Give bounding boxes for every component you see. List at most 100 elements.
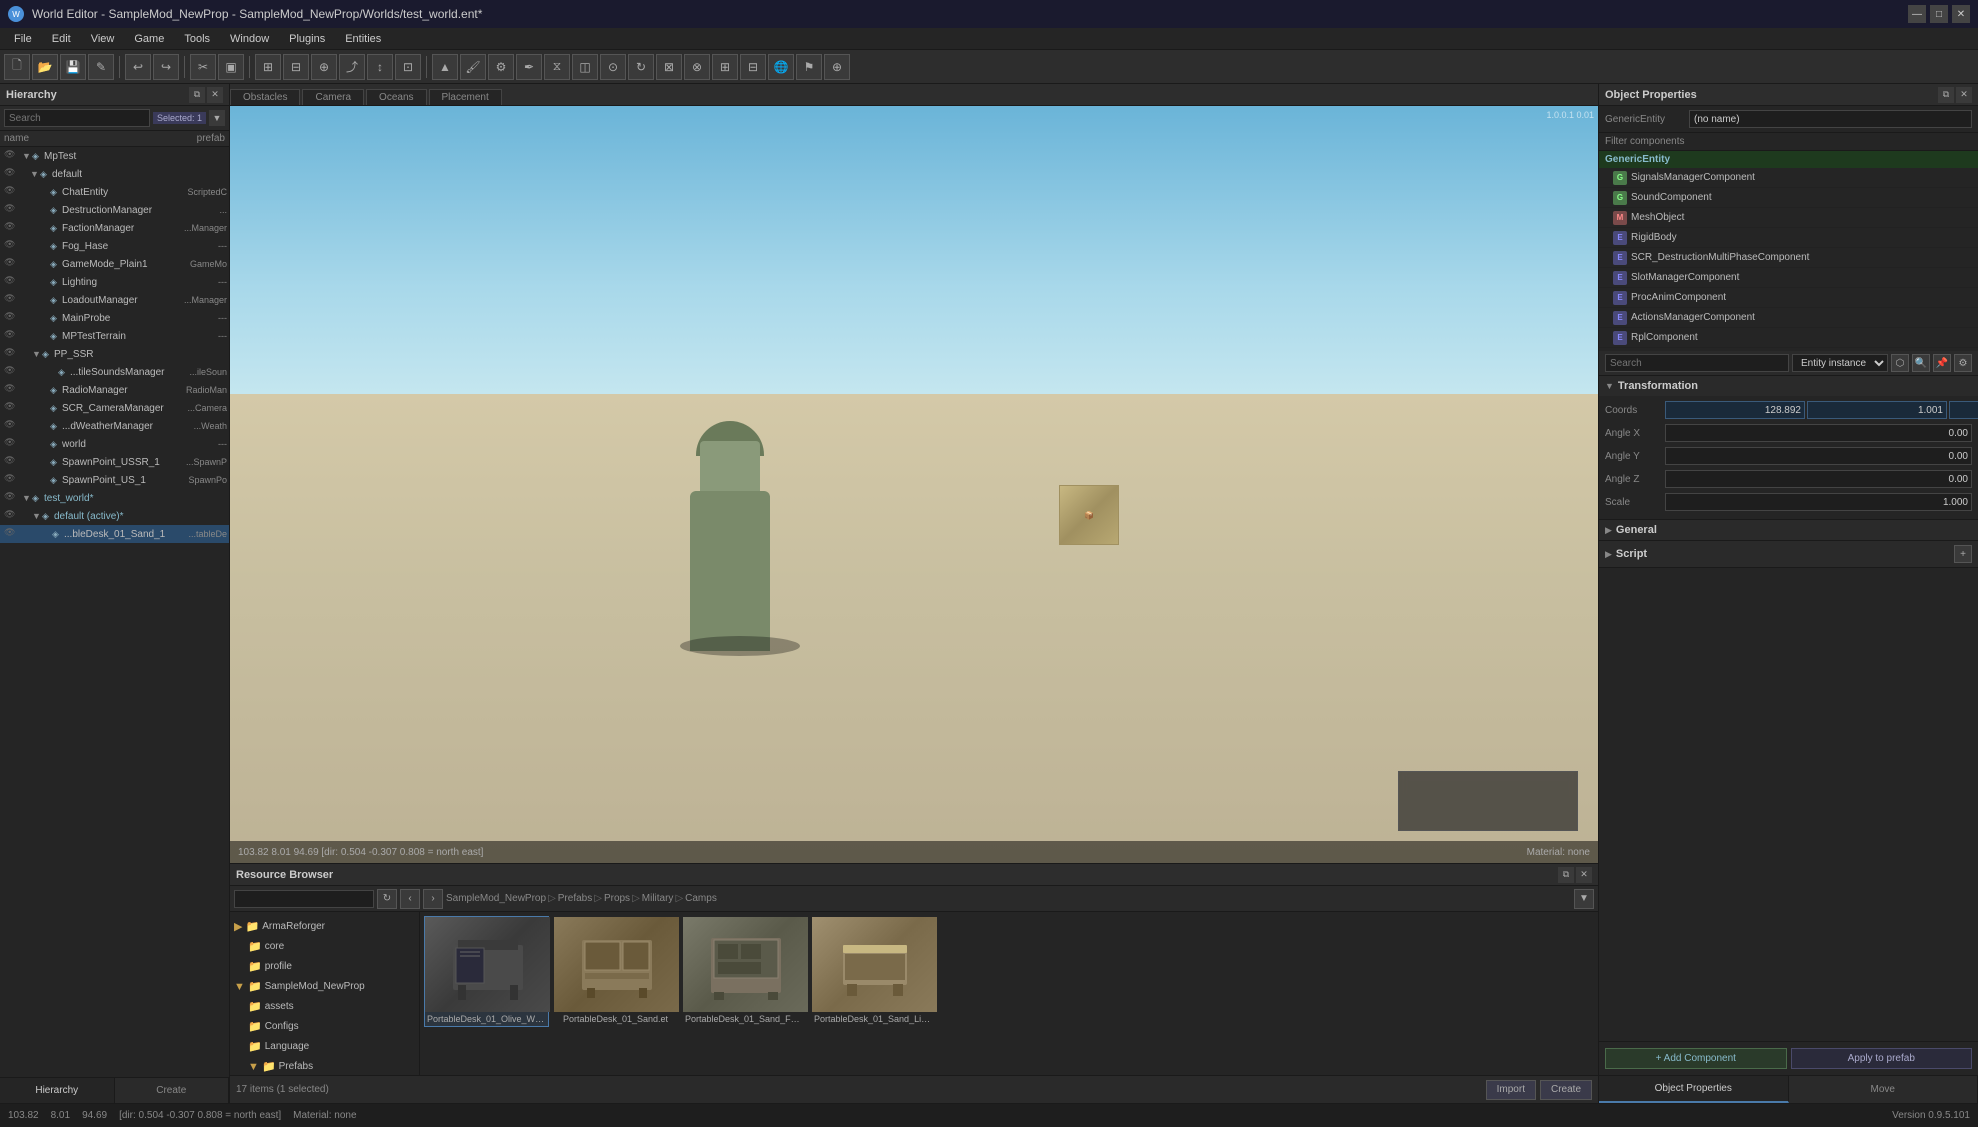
rb-back-btn[interactable]: ‹	[400, 889, 420, 909]
window-controls[interactable]: — □ ✕	[1908, 5, 1970, 23]
maximize-button[interactable]: □	[1930, 5, 1948, 23]
rb-create-btn[interactable]: Create	[1540, 1080, 1592, 1100]
toolbar-r6[interactable]: ⊟	[740, 54, 766, 80]
comp-item-sound[interactable]: G SoundComponent	[1599, 188, 1978, 208]
rb-tree-samplemod[interactable]: ▼ 📁 SampleMod_NewProp	[230, 976, 419, 996]
expand-arrow[interactable]: ▼	[32, 511, 42, 521]
comp-item-procanim[interactable]: E ProcAnimComponent	[1599, 288, 1978, 308]
comp-item-destruction[interactable]: E SCR_DestructionMultiPhaseComponent	[1599, 248, 1978, 268]
hierarchy-filter-btn[interactable]: ▼	[209, 110, 225, 126]
eye-icon[interactable]: 👁	[4, 527, 18, 541]
eye-icon[interactable]: 👁	[4, 347, 18, 361]
transformation-header[interactable]: ▼ Transformation	[1599, 376, 1978, 396]
rb-tree-armaref[interactable]: ▶ 📁 ArmaReforger	[230, 916, 419, 936]
rp-settings-btn[interactable]: ⚙	[1954, 354, 1972, 372]
rb-search-input[interactable]	[234, 890, 374, 908]
rp-close-btn[interactable]: ✕	[1956, 87, 1972, 103]
toolbar-paint[interactable]: 🖌	[460, 54, 486, 80]
tree-item-default[interactable]: 👁 ▼ ◈ default	[0, 165, 229, 183]
menu-tools[interactable]: Tools	[174, 31, 220, 47]
scale-input[interactable]	[1665, 493, 1972, 511]
toolbar-redo[interactable]: ↪	[153, 54, 179, 80]
menu-file[interactable]: File	[4, 31, 42, 47]
tree-item-world[interactable]: 👁 ▶ ◈ world ---	[0, 435, 229, 453]
comp-item-rpl[interactable]: E RplComponent	[1599, 328, 1978, 348]
toolbar-arrow[interactable]: ▲	[432, 54, 458, 80]
tree-item-spawnus[interactable]: 👁 ▶ ◈ SpawnPoint_US_1 SpawnPo	[0, 471, 229, 489]
toolbar-globe[interactable]: 🌐	[768, 54, 794, 80]
toolbar-r2[interactable]: ↻	[628, 54, 654, 80]
rb-tree-configs[interactable]: 📁 Configs	[230, 1016, 419, 1036]
tab-placement[interactable]: Placement	[429, 89, 502, 105]
eye-icon[interactable]: 👁	[4, 275, 18, 289]
rb-content-area[interactable]: PortableDesk_01_Olive_Wing.et	[420, 912, 1598, 1075]
eye-icon[interactable]: 👁	[4, 311, 18, 325]
rb-tree-assets[interactable]: 📁 assets	[230, 996, 419, 1016]
comp-item-rigidbody[interactable]: E RigidBody	[1599, 228, 1978, 248]
tree-item-factionmgr[interactable]: 👁 ▶ ◈ FactionManager ...Manager	[0, 219, 229, 237]
rb-refresh-btn[interactable]: ↻	[377, 889, 397, 909]
tree-item-loadoutmgr[interactable]: 👁 ▶ ◈ LoadoutManager ...Manager	[0, 291, 229, 309]
tab-oceans[interactable]: Oceans	[366, 89, 426, 105]
tree-item-weathermgr[interactable]: 👁 ▶ ◈ ...dWeatherManager ...Weath	[0, 417, 229, 435]
eye-icon[interactable]: 👁	[4, 203, 18, 217]
minimize-button[interactable]: —	[1908, 5, 1926, 23]
rp-pin-btn[interactable]: 📌	[1933, 354, 1951, 372]
tree-body[interactable]: 👁 ▼ ◈ MpTest 👁 ▼ ◈ default 👁 ▶	[0, 147, 229, 1077]
anglez-input[interactable]	[1665, 470, 1972, 488]
eye-icon[interactable]: 👁	[4, 383, 18, 397]
comp-item-mesh[interactable]: M MeshObject	[1599, 208, 1978, 228]
coord-x-input[interactable]	[1665, 401, 1805, 419]
eye-icon[interactable]: 👁	[4, 419, 18, 433]
comp-item-signalsmgr[interactable]: G SignalsManagerComponent	[1599, 168, 1978, 188]
hierarchy-controls[interactable]: ⧉ ✕	[189, 87, 223, 103]
tree-item-tilesounds[interactable]: 👁 ▶ ◈ ...tileSoundsManager ...ileSoun	[0, 363, 229, 381]
menu-entities[interactable]: Entities	[335, 31, 391, 47]
hierarchy-close-btn[interactable]: ✕	[207, 87, 223, 103]
add-component-button[interactable]: + Add Component	[1605, 1048, 1787, 1069]
tree-item-destructionmgr[interactable]: 👁 ▶ ◈ DestructionManager ...	[0, 201, 229, 219]
menu-game[interactable]: Game	[124, 31, 174, 47]
tree-item-gamemode[interactable]: 👁 ▶ ◈ GameMode_Plain1 GameMo	[0, 255, 229, 273]
toolbar-new[interactable]: 🗋	[4, 54, 30, 80]
tree-item-cameramgr[interactable]: 👁 ▶ ◈ SCR_CameraManager ...Camera	[0, 399, 229, 417]
toolbar-undo[interactable]: ↩	[125, 54, 151, 80]
rp-dock-btn[interactable]: ⧉	[1938, 87, 1954, 103]
tab-create[interactable]: Create	[115, 1078, 230, 1103]
tab-move[interactable]: Move	[1789, 1076, 1978, 1103]
rp-search-btn[interactable]: 🔍	[1912, 354, 1930, 372]
toolbar-rect[interactable]: ◫	[572, 54, 598, 80]
eye-icon[interactable]: 👁	[4, 239, 18, 253]
hierarchy-tabs[interactable]: Hierarchy Create	[0, 1077, 229, 1103]
rb-close-btn[interactable]: ✕	[1576, 867, 1592, 883]
rb-tree-prefabs[interactable]: ▼ 📁 Prefabs	[230, 1056, 419, 1075]
tree-item-foghase[interactable]: 👁 ▶ ◈ Fog_Hase ---	[0, 237, 229, 255]
toolbar-t1[interactable]: ⤴	[339, 54, 365, 80]
coord-y-input[interactable]	[1807, 401, 1947, 419]
eye-icon[interactable]: 👁	[4, 167, 18, 181]
expand-arrow[interactable]: ▼	[32, 349, 42, 359]
tab-camera[interactable]: Camera	[302, 89, 364, 105]
coord-z-input[interactable]	[1949, 401, 1978, 419]
rb-thumb-olive[interactable]: PortableDesk_01_Olive_Wing.et	[424, 916, 549, 1027]
rb-thumb-sand[interactable]: PortableDesk_01_Sand.et	[553, 916, 678, 1027]
menu-view[interactable]: View	[81, 31, 125, 47]
hierarchy-dock-btn[interactable]: ⧉	[189, 87, 205, 103]
tree-item-mptest[interactable]: 👁 ▼ ◈ MpTest	[0, 147, 229, 165]
tree-item-testworld[interactable]: 👁 ▼ ◈ test_world*	[0, 489, 229, 507]
eye-icon[interactable]: 👁	[4, 149, 18, 163]
rb-tree-profile[interactable]: 📁 profile	[230, 956, 419, 976]
eye-icon[interactable]: 👁	[4, 257, 18, 271]
toolbar-r7[interactable]: ⚑	[796, 54, 822, 80]
tree-item-radiomgr[interactable]: 👁 ▶ ◈ RadioManager RadioMan	[0, 381, 229, 399]
toolbar-brush[interactable]: ⚙	[488, 54, 514, 80]
toolbar-edit[interactable]: ✎	[88, 54, 114, 80]
toolbar-r8[interactable]: ⊕	[824, 54, 850, 80]
toolbar-pen[interactable]: ✒	[516, 54, 542, 80]
toolbar-t3[interactable]: ⊡	[395, 54, 421, 80]
comp-item-actionsmgr[interactable]: E ActionsManagerComponent	[1599, 308, 1978, 328]
tree-item-mptestterrain[interactable]: 👁 ▶ ◈ MPTestTerrain ---	[0, 327, 229, 345]
eye-icon[interactable]: 👁	[4, 329, 18, 343]
rb-tree-core[interactable]: 📁 core	[230, 936, 419, 956]
anglex-input[interactable]	[1665, 424, 1972, 442]
